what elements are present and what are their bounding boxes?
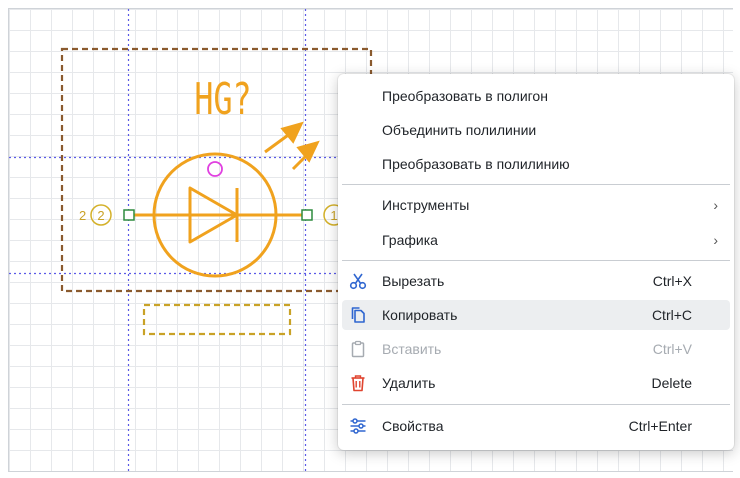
pin-right-number: 1 [330, 208, 337, 223]
menu-item-label: Инструменты [382, 197, 470, 213]
emission-arrows-icon [264, 121, 320, 171]
designator-label: HG? [194, 74, 251, 126]
scissors-icon [349, 273, 367, 290]
menu-item-properties[interactable]: Свойства Ctrl+Enter [342, 411, 730, 441]
sliders-icon [350, 418, 366, 434]
menu-item-label: Удалить [382, 375, 436, 391]
menu-separator [342, 184, 730, 185]
context-menu: Преобразовать в полигон Объединить полил… [338, 74, 734, 450]
menu-separator [342, 404, 730, 405]
pin-left-marker [123, 209, 135, 221]
clipboard-icon [351, 340, 365, 358]
menu-item-delete[interactable]: Удалить Delete [342, 368, 730, 398]
menu-item-label: Вырезать [382, 273, 445, 289]
menu-item-label: Вставить [382, 341, 442, 357]
menu-item-copy[interactable]: Копировать Ctrl+C [342, 300, 730, 330]
menu-item-label: Графика [382, 232, 438, 248]
menu-item-convert-polyline[interactable]: Преобразовать в полилинию [342, 149, 730, 179]
menu-item-label: Объединить полилинии [382, 122, 537, 138]
menu-item-graphics[interactable]: Графика › [342, 225, 730, 255]
shortcut-label: Delete [651, 375, 692, 391]
chevron-right-icon: › [713, 197, 718, 213]
copy-icon [351, 307, 365, 323]
menu-item-label: Свойства [382, 418, 444, 434]
value-placeholder-box [142, 303, 292, 336]
shortcut-label: Ctrl+X [652, 273, 692, 289]
menu-item-label: Копировать [382, 307, 458, 323]
menu-item-label: Преобразовать в полигон [382, 88, 548, 104]
menu-item-merge-polylines[interactable]: Объединить полилинии [342, 115, 730, 145]
shortcut-label: Ctrl+C [651, 307, 692, 323]
menu-separator [342, 260, 730, 261]
chevron-right-icon: › [713, 232, 718, 248]
pin1-indicator-circle [207, 161, 223, 177]
menu-item-label: Преобразовать в полилинию [382, 156, 570, 172]
pin-left-label: 2 [79, 208, 86, 223]
pin-left-number: 2 [97, 208, 104, 223]
menu-item-paste[interactable]: Вставить Ctrl+V [342, 334, 730, 364]
menu-item-cut[interactable]: Вырезать Ctrl+X [342, 266, 730, 296]
shortcut-label: Ctrl+V [652, 341, 692, 357]
pin-right-marker [301, 209, 313, 221]
menu-item-tools[interactable]: Инструменты › [342, 190, 730, 220]
shortcut-label: Ctrl+Enter [628, 418, 692, 434]
menu-item-convert-polygon[interactable]: Преобразовать в полигон [342, 81, 730, 111]
trash-icon [351, 375, 365, 392]
